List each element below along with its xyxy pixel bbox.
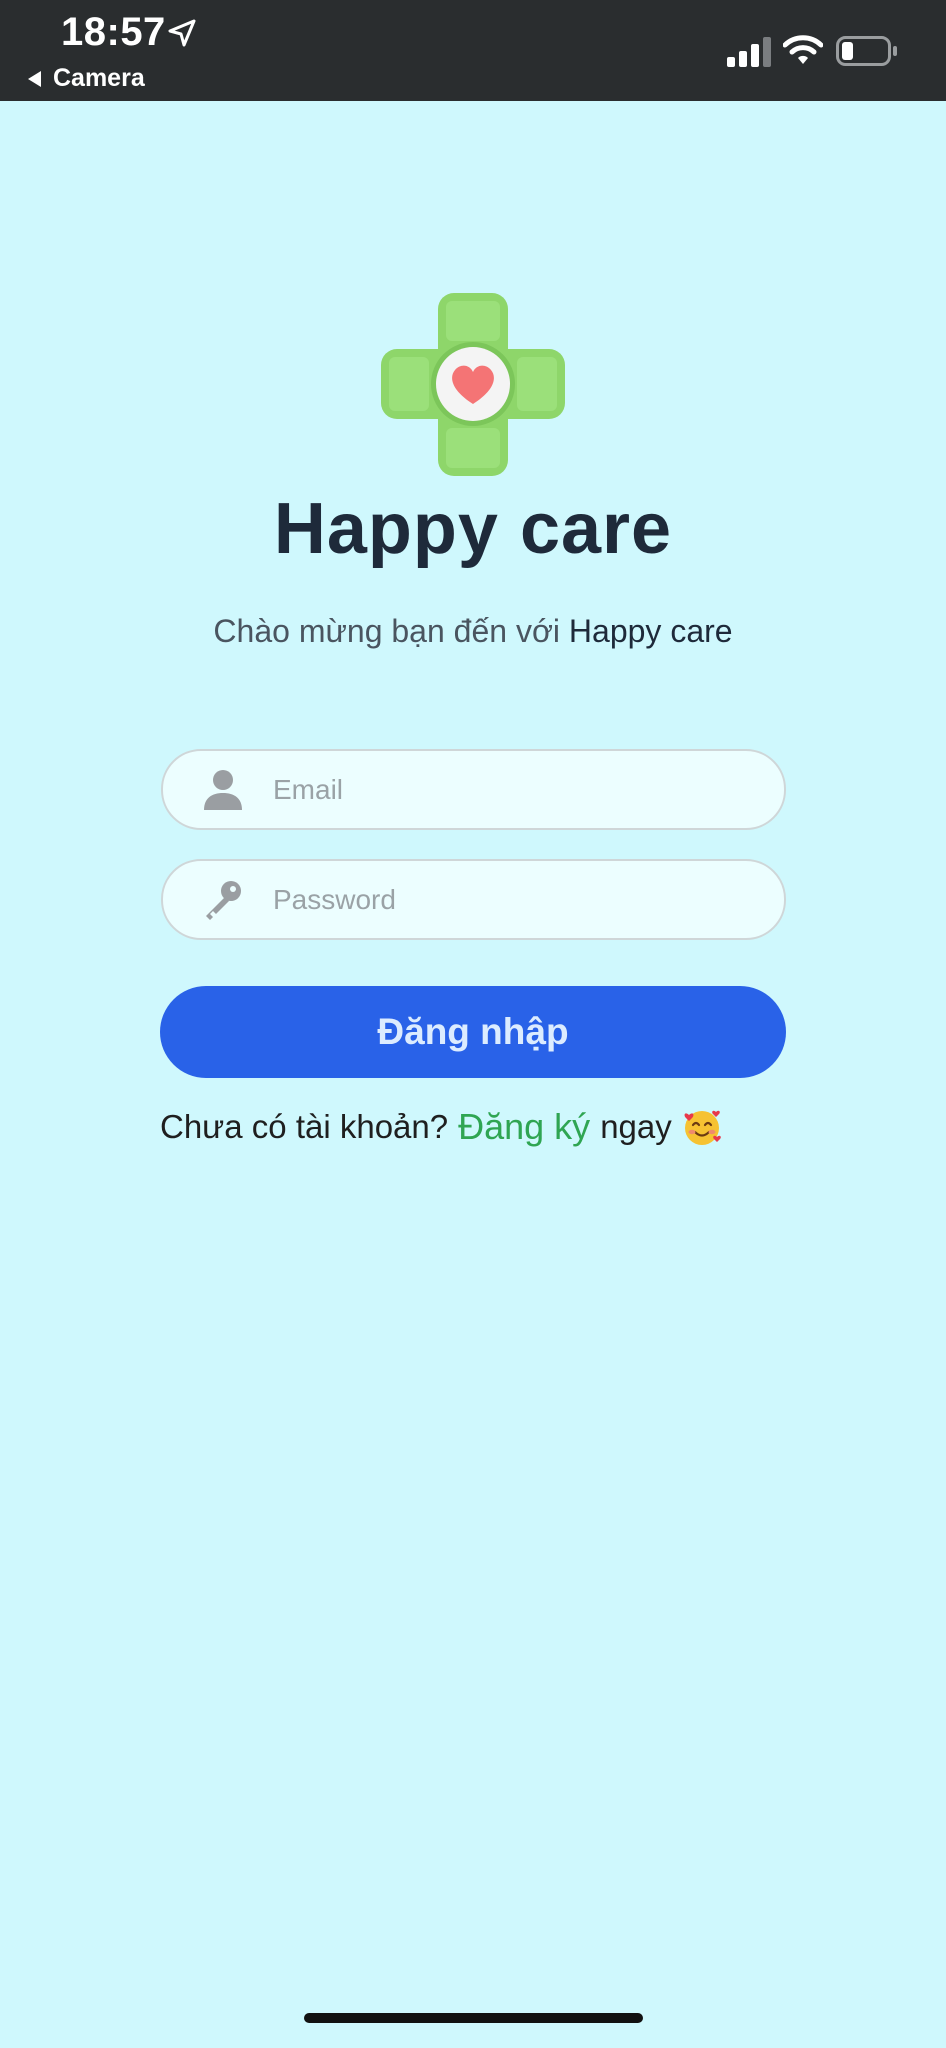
signup-prompt: Chưa có tài khoản? Đăng ký ngay — [160, 1106, 722, 1148]
signup-suffix: ngay — [600, 1108, 672, 1145]
password-input[interactable] — [273, 861, 763, 938]
smiling-face-with-hearts-icon — [684, 1110, 721, 1145]
signup-prefix: Chưa có tài khoản? — [160, 1108, 449, 1145]
welcome-message: Chào mừng bạn đến với Happy care — [0, 613, 946, 650]
cellular-signal-icon — [727, 37, 771, 67]
home-indicator[interactable] — [304, 2013, 643, 2023]
email-input[interactable] — [273, 751, 763, 828]
user-icon — [204, 770, 242, 810]
wifi-icon — [783, 35, 823, 64]
password-field[interactable] — [161, 859, 786, 940]
welcome-prefix: Chào mừng bạn đến với — [213, 613, 569, 649]
battery-icon — [836, 36, 897, 66]
status-bar: 18:57 Camera — [0, 0, 946, 101]
email-field[interactable] — [161, 749, 786, 830]
medical-cross-heart-logo — [381, 293, 565, 476]
app-title: Happy care — [273, 489, 673, 569]
back-camera-label: Camera — [53, 64, 145, 92]
login-button[interactable]: Đăng nhập — [160, 986, 786, 1078]
key-icon — [206, 881, 241, 920]
welcome-brand: Happy care — [568, 613, 733, 649]
signup-link[interactable]: Đăng ký — [458, 1106, 590, 1148]
status-time: 18:57 — [61, 10, 166, 54]
location-arrow-icon — [168, 19, 196, 47]
back-arrow-icon — [28, 70, 41, 87]
back-to-camera-link[interactable]: Camera — [28, 64, 145, 93]
